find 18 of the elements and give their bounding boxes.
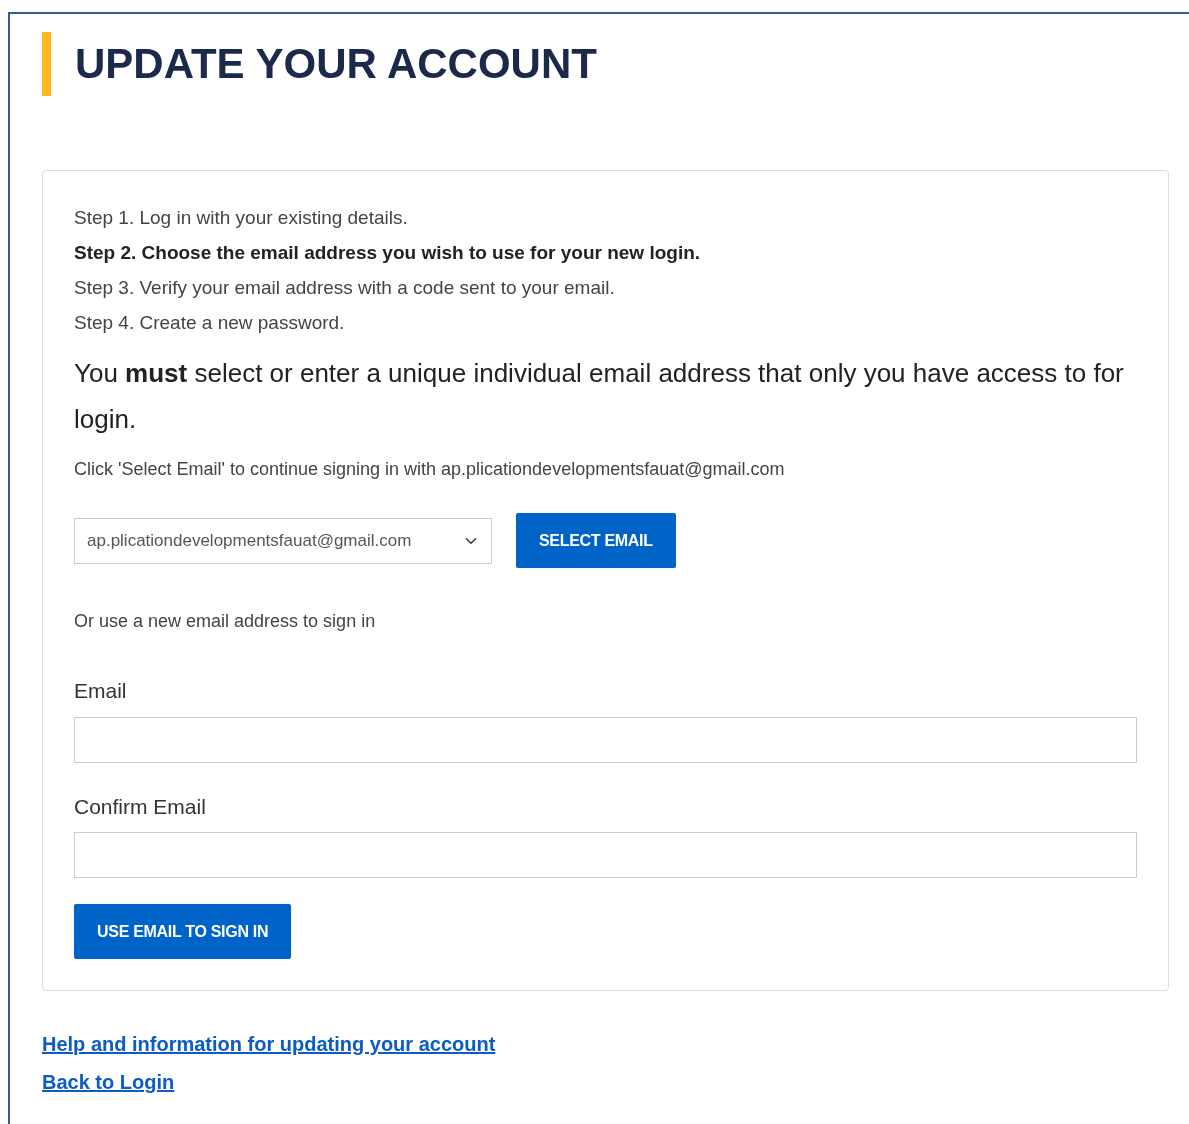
step-text: Step 2. Choose the email address you wish to use for your new login. bbox=[74, 241, 702, 265]
alt-prompt: Or use a new email address to sign in bbox=[74, 610, 377, 633]
notice-text: You must select or enter a unique individual email address that only you have access to for login. bbox=[74, 357, 1125, 436]
email-select[interactable]: ap.plicationdevelopmentsfauat@gmail.com bbox=[74, 517, 492, 564]
field-label: Confirm Email bbox=[74, 793, 207, 820]
step-text: Step 1. Log in with your existing details. bbox=[74, 206, 409, 230]
step-text: Step 3. Verify your email address with a code sent to your email. bbox=[74, 276, 616, 300]
select-email-button[interactable]: SELECT EMAIL bbox=[516, 513, 676, 568]
field-label: Email bbox=[74, 678, 128, 704]
select-prompt: Click 'Select Email' to continue signing in with ap.plicationdevelopmentsfauat@gmail.com bbox=[74, 458, 786, 481]
back-link[interactable]: Back to Login bbox=[42, 1067, 175, 1097]
page-title: UPDATE YOUR ACCOUNT bbox=[75, 38, 597, 89]
step-text: Step 4. Create a new password. bbox=[74, 311, 346, 335]
accent-bar bbox=[42, 32, 51, 96]
help-link[interactable]: Help and information for updating your account bbox=[42, 1029, 496, 1059]
email-field[interactable] bbox=[74, 716, 1137, 763]
email-field[interactable] bbox=[74, 832, 1137, 878]
sign-in-button[interactable]: USE EMAIL TO SIGN IN bbox=[74, 904, 292, 959]
